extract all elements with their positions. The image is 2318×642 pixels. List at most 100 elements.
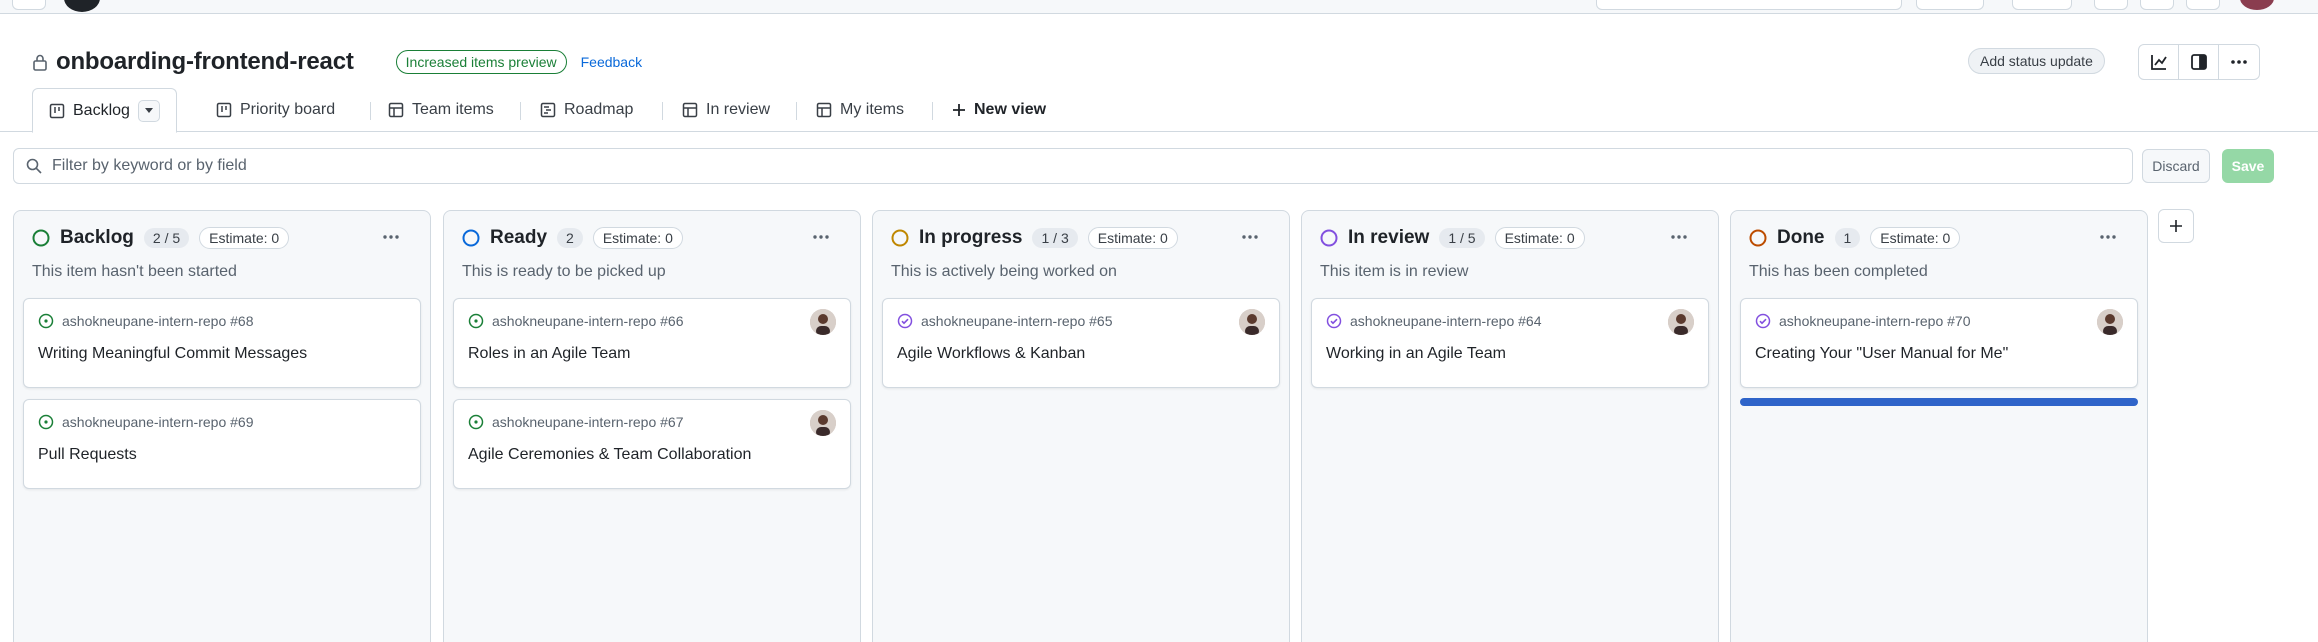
column-name: In review (1348, 227, 1430, 248)
assignee-avatar[interactable] (1668, 309, 1694, 335)
tab-label: Roadmap (564, 101, 634, 118)
status-circle-icon (462, 229, 480, 247)
card-repo[interactable]: ashokneupane-intern-repo #65 (921, 313, 1112, 329)
insights-button[interactable] (2139, 45, 2179, 79)
assignee-avatar[interactable] (810, 309, 836, 335)
issue-card[interactable]: ashokneupane-intern-repo #69 Pull Request… (23, 399, 421, 489)
issue-card[interactable]: ashokneupane-intern-repo #66 Roles in an … (453, 298, 851, 388)
project-menu-button[interactable] (2219, 45, 2259, 79)
view-options-button[interactable] (137, 99, 160, 122)
kebab-horizontal-icon (382, 234, 400, 240)
pull-requests-button[interactable] (2140, 0, 2174, 10)
inbox-button[interactable] (2186, 0, 2220, 10)
column-menu-button[interactable] (2093, 225, 2123, 249)
assignee-avatar[interactable] (810, 410, 836, 436)
tab-separator (520, 102, 521, 120)
card-title[interactable]: Working in an Agile Team (1326, 345, 1506, 363)
status-circle-icon (1320, 229, 1338, 247)
card-repo[interactable]: ashokneupane-intern-repo #69 (62, 414, 253, 430)
column-menu-button[interactable] (376, 225, 406, 249)
tab-roadmap[interactable]: Roadmap (540, 88, 633, 132)
issue-card[interactable]: ashokneupane-intern-repo #65 Agile Workfl… (882, 298, 1280, 388)
card-title[interactable]: Agile Ceremonies & Team Collaboration (468, 446, 751, 464)
tab-team-items[interactable]: Team items (388, 88, 494, 132)
card-repo[interactable]: ashokneupane-intern-repo #70 (1779, 313, 1970, 329)
issue-closed-icon (1326, 313, 1342, 329)
assignee-avatar[interactable] (1239, 309, 1265, 335)
column-header: In review 1 / 5 Estimate: 0 (1320, 225, 1585, 251)
column-count: 1 / 3 (1032, 228, 1078, 248)
tab-in-review[interactable]: In review (682, 88, 770, 132)
tab-backlog[interactable]: Backlog (32, 88, 177, 133)
card-meta: ashokneupane-intern-repo #64 (1326, 313, 1541, 329)
tab-separator (662, 102, 663, 120)
filter-bar[interactable] (13, 148, 2133, 184)
add-column-button[interactable] (2158, 209, 2194, 243)
kebab-horizontal-icon (2230, 59, 2248, 65)
view-tabs: Backlog Priority board Team items Roadma… (0, 88, 2318, 133)
column-header: Done 1 Estimate: 0 (1749, 225, 1961, 251)
issues-button[interactable] (2094, 0, 2128, 10)
status-circle-icon (891, 229, 909, 247)
column-count: 1 (1834, 228, 1861, 248)
assignee-avatar[interactable] (2097, 309, 2123, 335)
kebab-horizontal-icon (1670, 234, 1688, 240)
save-button[interactable]: Save (2222, 149, 2274, 183)
github-logo-icon[interactable] (64, 0, 100, 12)
project-header: onboarding-frontend-react Increased item… (32, 46, 642, 78)
card-title[interactable]: Writing Meaningful Commit Messages (38, 345, 307, 363)
tab-priority-board[interactable]: Priority board (216, 88, 335, 132)
card-title[interactable]: Roles in an Agile Team (468, 345, 630, 363)
user-avatar[interactable] (2240, 0, 2274, 10)
column-menu-button[interactable] (806, 225, 836, 249)
issue-card[interactable]: ashokneupane-intern-repo #70 Creating You… (1740, 298, 2138, 388)
menu-button[interactable] (12, 0, 46, 10)
card-title[interactable]: Pull Requests (38, 446, 137, 464)
column-description: This is ready to be picked up (462, 263, 666, 280)
issue-card[interactable]: ashokneupane-intern-repo #67 Agile Ceremo… (453, 399, 851, 489)
new-view-button[interactable]: New view (952, 88, 1046, 132)
column-header: In progress 1 / 3 Estimate: 0 (891, 225, 1178, 251)
column-menu-button[interactable] (1235, 225, 1265, 249)
issue-closed-icon (1755, 313, 1771, 329)
column-estimate: Estimate: 0 (1870, 227, 1961, 249)
card-repo[interactable]: ashokneupane-intern-repo #67 (492, 414, 683, 430)
tab-label: Priority board (240, 101, 336, 118)
tab-label: Backlog (73, 101, 130, 119)
issue-card[interactable]: ashokneupane-intern-repo #64 Working in a… (1311, 298, 1709, 388)
filter-input[interactable] (52, 157, 1852, 175)
project-title: onboarding-frontend-react (56, 48, 354, 75)
card-title[interactable]: Creating Your "User Manual for Me" (1755, 345, 2008, 363)
tab-separator (796, 102, 797, 120)
card-repo[interactable]: ashokneupane-intern-repo #66 (492, 313, 683, 329)
column-estimate: Estimate: 0 (592, 227, 683, 249)
roadmap-icon (540, 102, 556, 118)
card-meta: ashokneupane-intern-repo #68 (38, 313, 253, 329)
column-name: Ready (490, 227, 548, 248)
preview-badge[interactable]: Increased items preview (395, 50, 567, 74)
tab-separator (932, 102, 933, 120)
create-button[interactable] (2012, 0, 2072, 10)
copilot-button[interactable] (1916, 0, 1984, 10)
tab-my-items[interactable]: My items (816, 88, 904, 132)
column-backlog: Backlog 2 / 5 Estimate: 0 This item hasn't … (13, 210, 431, 642)
feedback-link[interactable]: Feedback (581, 54, 642, 70)
issue-opened-icon (468, 414, 484, 430)
global-search[interactable] (1596, 0, 1902, 10)
graph-icon (2150, 53, 2168, 71)
column-description: This is actively being worked on (891, 263, 1117, 280)
sidebar-icon (2190, 53, 2208, 71)
side-panel-button[interactable] (2179, 45, 2219, 79)
card-title[interactable]: Agile Workflows & Kanban (897, 345, 1085, 363)
column-menu-button[interactable] (1664, 225, 1694, 249)
discard-button[interactable]: Discard (2142, 149, 2210, 183)
add-status-update-button[interactable]: Add status update (1968, 48, 2105, 74)
table-icon (388, 102, 404, 118)
card-repo[interactable]: ashokneupane-intern-repo #64 (1350, 313, 1541, 329)
issue-card[interactable]: ashokneupane-intern-repo #68 Writing Mean… (23, 298, 421, 388)
card-repo[interactable]: ashokneupane-intern-repo #68 (62, 313, 253, 329)
table-icon (682, 102, 698, 118)
global-header (0, 0, 2318, 14)
card-meta: ashokneupane-intern-repo #69 (38, 414, 253, 430)
drop-indicator (1740, 398, 2138, 406)
